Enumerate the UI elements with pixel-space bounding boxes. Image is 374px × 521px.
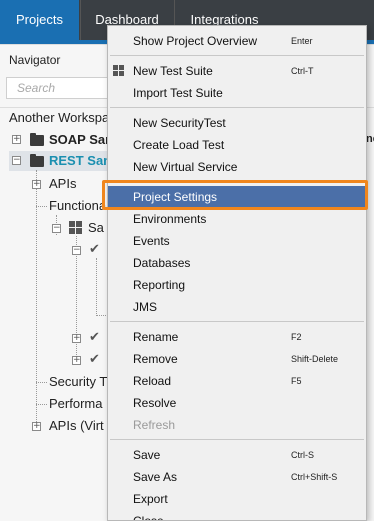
menu-item-new-virtual-service[interactable]: New Virtual Service (108, 156, 366, 178)
expand-icon[interactable]: + (32, 180, 41, 189)
tree-item-label: Security T (49, 374, 108, 389)
tab-projects[interactable]: Projects (0, 0, 79, 40)
tree-item-label: Performa (49, 396, 103, 411)
panel-header-fragment: ne (366, 133, 374, 145)
tree-connector (96, 258, 97, 316)
menu-separator (110, 321, 364, 322)
menu-item-close[interactable]: Close (108, 510, 366, 520)
check-icon: ✔ (89, 352, 100, 367)
tree-item-label: Sa (88, 220, 104, 235)
tree-item-apis[interactable]: + APIs (0, 174, 110, 194)
tree-item-test-case[interactable]: − ✔ (0, 240, 110, 260)
test-suite-icon (69, 221, 82, 234)
navigator-title: Navigator (9, 53, 61, 67)
folder-icon (30, 133, 44, 146)
menu-item-databases[interactable]: Databases (108, 252, 366, 274)
tree-item-soap-project[interactable]: + SOAP Sam (0, 130, 120, 150)
menu-item-environments[interactable]: Environments (108, 208, 366, 230)
tree-connector (96, 315, 106, 316)
menu-item-events[interactable]: Events (108, 230, 366, 252)
menu-item-reporting[interactable]: Reporting (108, 274, 366, 296)
tree-item-test-case[interactable]: + ✔ (0, 328, 110, 348)
tree-item-test-case[interactable]: + ✔ (0, 350, 110, 370)
tree-item-security-tests[interactable]: Security T (0, 372, 110, 392)
check-icon: ✔ (89, 242, 100, 257)
expand-icon[interactable]: + (32, 422, 41, 431)
menu-item-save[interactable]: Save Ctrl-S (108, 444, 366, 466)
tree-item-label: REST Sam (49, 153, 115, 168)
menu-item-show-project-overview[interactable]: Show Project Overview Enter (108, 30, 366, 52)
menu-item-create-load-test[interactable]: Create Load Test (108, 134, 366, 156)
menu-item-remove[interactable]: Remove Shift-Delete (108, 348, 366, 370)
tree-item-workspace[interactable]: Another Workspac (9, 108, 116, 128)
menu-item-jms[interactable]: JMS (108, 296, 366, 318)
menu-item-project-settings[interactable]: Project Settings (108, 186, 366, 208)
collapse-icon[interactable]: − (52, 224, 61, 233)
expand-icon[interactable]: + (72, 334, 81, 343)
collapse-icon[interactable]: − (72, 246, 81, 255)
tree-item-label: APIs (49, 176, 77, 191)
tree-item-label: APIs (Virt (49, 418, 104, 433)
test-suite-icon (113, 65, 125, 77)
menu-separator (110, 181, 364, 182)
context-menu: Show Project Overview Enter New Test Sui… (107, 25, 367, 521)
menu-item-export[interactable]: Export (108, 488, 366, 510)
menu-item-reload[interactable]: Reload F5 (108, 370, 366, 392)
folder-icon (30, 154, 44, 167)
menu-item-save-as[interactable]: Save As Ctrl+Shift-S (108, 466, 366, 488)
tree-item-label: Functiona (49, 198, 107, 213)
menu-separator (110, 439, 364, 440)
menu-item-resolve[interactable]: Resolve (108, 392, 366, 414)
menu-separator (110, 55, 364, 56)
menu-item-new-security-test[interactable]: New SecurityTest (108, 112, 366, 134)
expand-icon[interactable]: + (12, 135, 21, 144)
check-icon: ✔ (89, 330, 100, 345)
tree-item-performance-tests[interactable]: Performa (0, 394, 110, 414)
menu-item-new-test-suite[interactable]: New Test Suite Ctrl-T (108, 60, 366, 82)
workspace-label: Another Workspac (9, 110, 116, 125)
expand-icon[interactable]: + (72, 356, 81, 365)
tree-item-apis-virtual[interactable]: + APIs (Virt (0, 416, 110, 436)
menu-item-rename[interactable]: Rename F2 (108, 326, 366, 348)
menu-item-import-test-suite[interactable]: Import Test Suite (108, 82, 366, 104)
menu-separator (110, 107, 364, 108)
tree-item-sample-suite[interactable]: − Sa (0, 218, 110, 238)
collapse-icon[interactable]: − (12, 156, 21, 165)
search-input[interactable] (6, 77, 110, 99)
tree-item-functional-tests[interactable]: Functiona (0, 196, 110, 216)
menu-item-refresh: Refresh (133, 418, 176, 432)
tree-item-rest-project[interactable]: − REST Sam (9, 151, 115, 171)
